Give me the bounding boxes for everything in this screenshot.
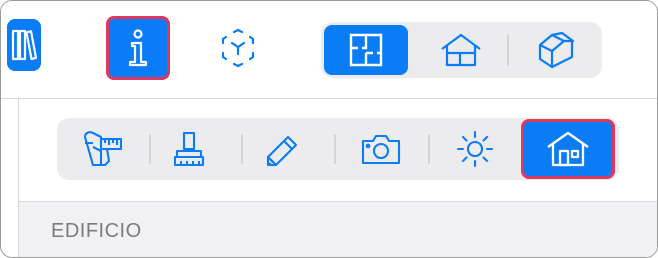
measure-tool-button[interactable]	[75, 124, 131, 174]
3d-view-button[interactable]	[526, 25, 586, 75]
building-panel: EDIFICIO	[19, 201, 657, 257]
3d-box-icon	[536, 31, 576, 69]
house-icon	[546, 131, 590, 167]
ar-cube-icon	[219, 28, 257, 68]
section-header: EDIFICIO	[51, 220, 142, 242]
caliper-icon	[81, 129, 125, 169]
floor-plan-icon	[349, 33, 383, 67]
sun-icon	[455, 129, 495, 169]
edit-tool-button[interactable]	[254, 124, 310, 174]
tool-divider	[334, 134, 336, 164]
floor-plan-view-button[interactable]	[324, 25, 408, 75]
building-tool-button[interactable]	[521, 119, 615, 179]
tool-divider	[428, 134, 430, 164]
tool-divider	[241, 134, 243, 164]
info-icon	[124, 28, 152, 68]
segment-divider	[507, 34, 509, 66]
info-button[interactable]	[106, 16, 170, 80]
camera-icon	[360, 132, 402, 166]
stamp-icon	[171, 129, 207, 169]
camera-tool-button[interactable]	[350, 124, 412, 174]
tool-segmented-control	[57, 118, 619, 180]
books-icon	[11, 28, 37, 62]
window: EDIFICIO	[0, 0, 658, 258]
library-button[interactable]	[7, 19, 41, 71]
style-tool-button[interactable]	[161, 124, 217, 174]
tool-divider	[149, 134, 151, 164]
light-tool-button[interactable]	[447, 124, 503, 174]
top-toolbar	[1, 1, 657, 99]
house-section-view-button[interactable]	[431, 25, 491, 75]
ar-button[interactable]	[215, 25, 261, 71]
view-mode-segmented-control	[321, 22, 602, 78]
pencil-icon	[262, 129, 302, 169]
house-section-icon	[440, 33, 482, 67]
